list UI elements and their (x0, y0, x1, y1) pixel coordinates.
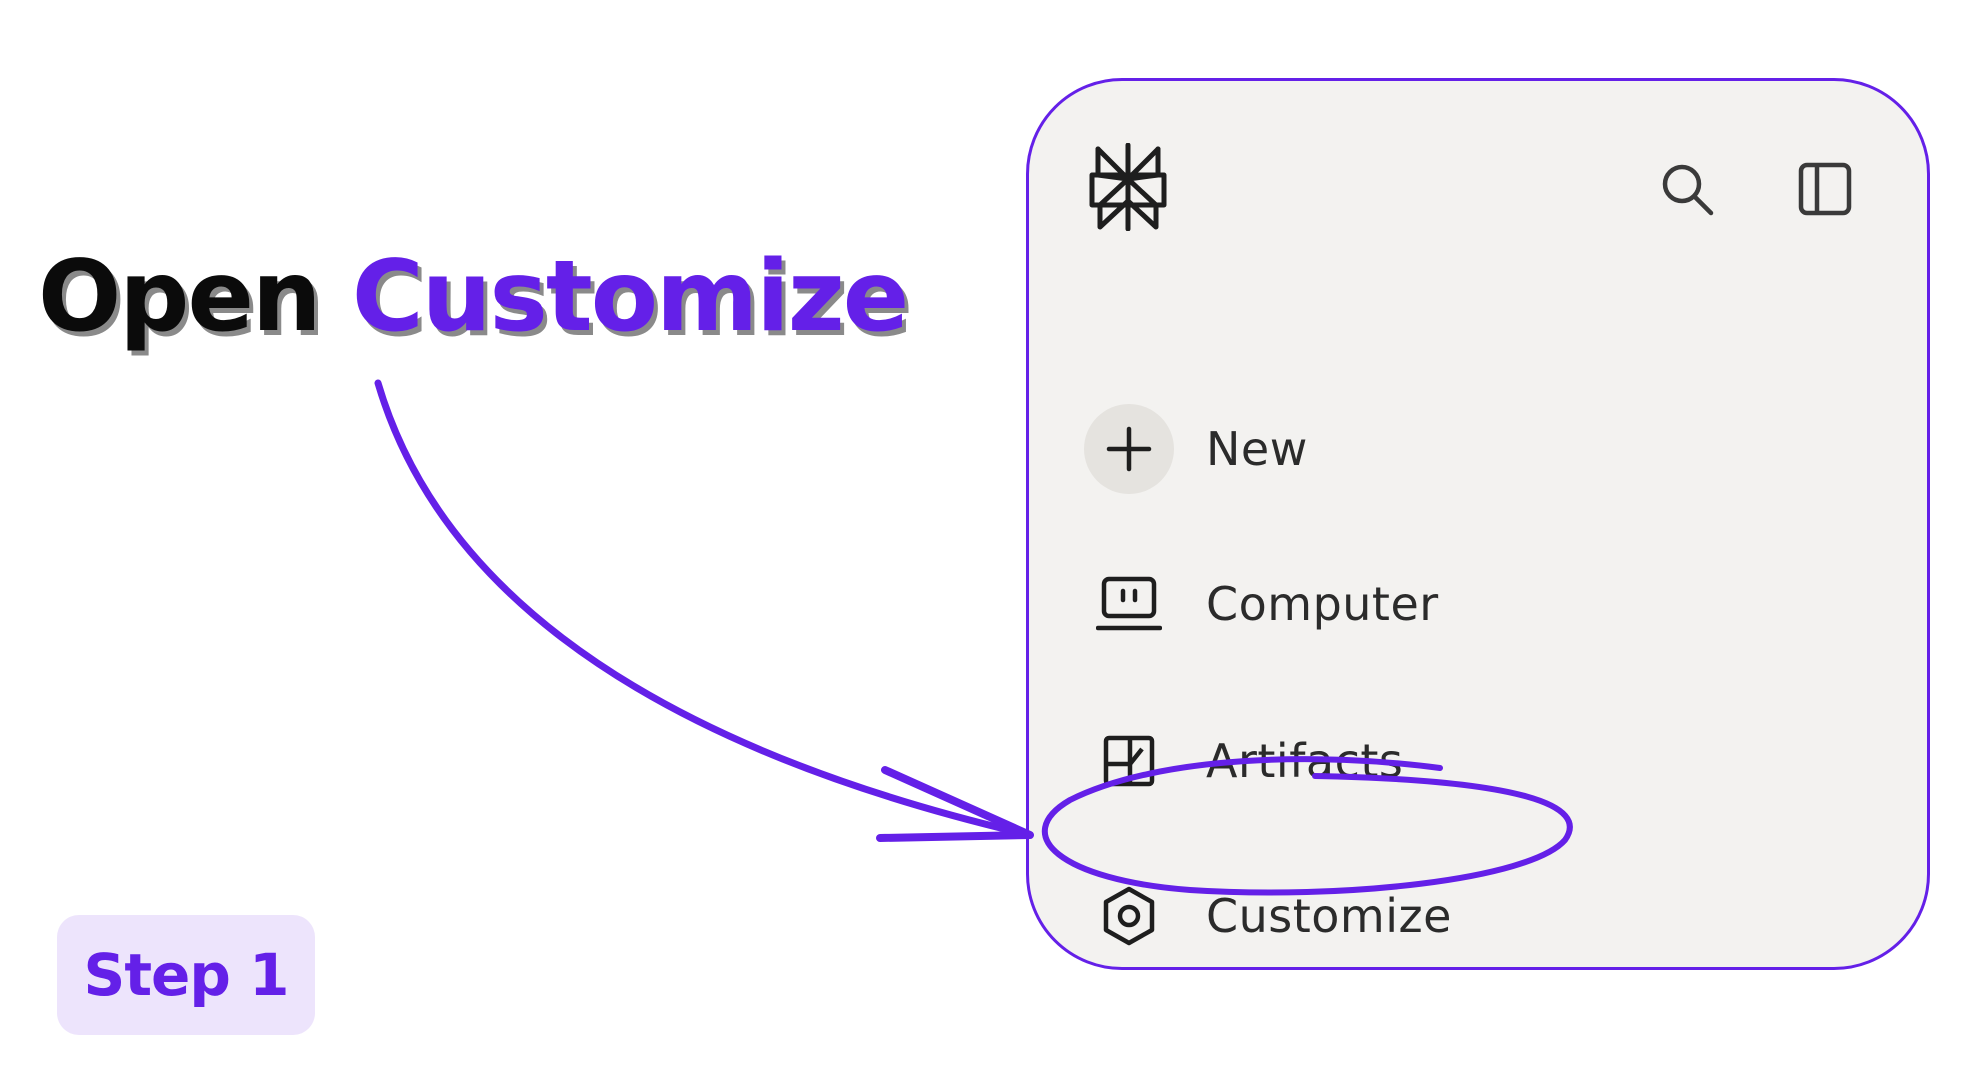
computer-icon (1084, 559, 1174, 649)
headline-word-open: Open (38, 240, 322, 354)
artifacts-icon (1084, 716, 1174, 806)
sidebar-panel: New Computer Artifacts Customize (1026, 78, 1930, 970)
sidebar-item-label: Artifacts (1206, 734, 1404, 788)
search-icon[interactable] (1654, 156, 1720, 222)
headline-word-customize: Customize (351, 240, 909, 354)
perplexity-logo-icon[interactable] (1086, 142, 1170, 232)
plus-icon (1084, 404, 1174, 494)
sidebar-item-computer[interactable]: Computer (1084, 554, 1644, 654)
sidebar-toggle-icon[interactable] (1792, 156, 1858, 222)
step-badge: Step 1 (57, 915, 315, 1035)
arrow-head (876, 766, 1034, 842)
sidebar-item-label: New (1206, 422, 1308, 476)
sidebar-item-customize[interactable]: Customize (1084, 866, 1644, 966)
sidebar-item-artifacts[interactable]: Artifacts (1084, 711, 1644, 811)
tutorial-stage: Open Customize Step 1 New Computer Artif… (0, 0, 1980, 1080)
curved-arrow (374, 379, 1034, 839)
sidebar-item-new[interactable]: New (1084, 399, 1644, 499)
hexagon-settings-icon (1084, 871, 1174, 961)
sidebar-item-label: Computer (1206, 577, 1439, 631)
sidebar-item-label: Customize (1206, 889, 1452, 943)
headline: Open Customize (38, 248, 909, 346)
